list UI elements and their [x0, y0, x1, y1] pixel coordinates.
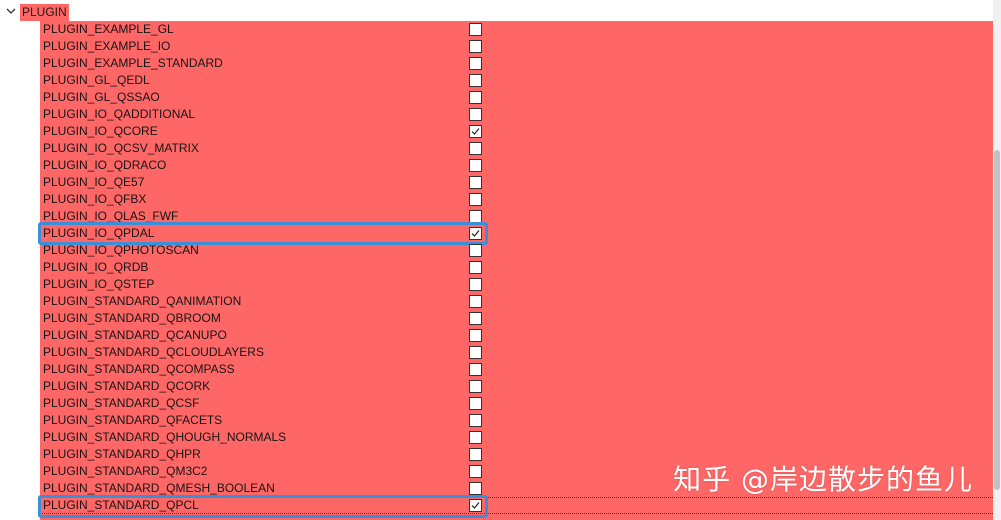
plugin-option-label: PLUGIN_IO_QFBX	[43, 192, 147, 206]
plugin-group-label: PLUGIN	[20, 4, 69, 21]
plugin-option-label: PLUGIN_IO_QSTEP	[43, 277, 155, 291]
plugin-checkbox[interactable]	[469, 312, 482, 325]
plugin-checkbox[interactable]	[469, 23, 482, 36]
table-row[interactable]: PLUGIN_IO_QADDITIONAL	[40, 106, 993, 123]
plugin-option-label: PLUGIN_IO_QADDITIONAL	[43, 107, 196, 121]
plugin-option-label: PLUGIN_STANDARD_QBROOM	[43, 311, 221, 325]
table-row[interactable]: PLUGIN_EXAMPLE_IO	[40, 38, 993, 55]
plugin-option-label: PLUGIN_IO_QCORE	[43, 124, 158, 138]
plugin-tree: PLUGIN PLUGIN_EXAMPLE_GL PLUGIN_EXAMPLE_I…	[0, 0, 993, 520]
scrollbar-thumb[interactable]	[994, 150, 1000, 490]
table-row[interactable]: PLUGIN_GL_QSSAO	[40, 89, 993, 106]
plugin-option-label: PLUGIN_STANDARD_QCSF	[43, 396, 200, 410]
plugin-option-label: PLUGIN_STANDARD_QCANUPO	[43, 328, 227, 342]
plugin-checkbox[interactable]	[469, 159, 482, 172]
plugin-checkbox[interactable]	[469, 397, 482, 410]
checkmark-icon	[471, 502, 480, 509]
table-row[interactable]: PLUGIN_IO_QLAS_FWF	[40, 208, 993, 225]
plugin-checkbox[interactable]	[469, 431, 482, 444]
table-row[interactable]: PLUGIN_IO_QPDAL	[38, 222, 993, 245]
plugin-group-row[interactable]: PLUGIN	[0, 4, 993, 21]
plugin-checkbox[interactable]	[469, 448, 482, 461]
table-row[interactable]: PLUGIN_IO_QDRACO	[40, 157, 993, 174]
plugin-checkbox[interactable]	[469, 261, 482, 274]
plugin-option-label: PLUGIN_IO_QRDB	[43, 260, 149, 274]
plugin-checkbox[interactable]	[469, 363, 482, 376]
plugin-checkbox[interactable]	[469, 193, 482, 206]
plugin-checkbox[interactable]	[469, 346, 482, 359]
plugin-checkbox[interactable]	[469, 465, 482, 478]
checkmark-icon	[471, 230, 480, 237]
plugin-option-label: PLUGIN_IO_QDRACO	[43, 158, 167, 172]
plugin-option-label: PLUGIN_STANDARD_QCORK	[43, 379, 211, 393]
table-row[interactable]: PLUGIN_STANDARD_QCLOUDLAYERS	[40, 344, 993, 361]
plugin-option-label: PLUGIN_STANDARD_QCOMPASS	[43, 362, 235, 376]
plugin-checkbox[interactable]	[469, 295, 482, 308]
plugin-checkbox[interactable]	[469, 40, 482, 53]
plugin-checkbox[interactable]	[469, 244, 482, 257]
plugin-option-label: PLUGIN_STANDARD_QM3C2	[43, 464, 208, 478]
plugin-option-label: PLUGIN_IO_QPHOTOSCAN	[43, 243, 199, 257]
plugin-option-label: PLUGIN_STANDARD_QHOUGH_NORMALS	[43, 430, 287, 444]
plugin-list: PLUGIN_EXAMPLE_GL PLUGIN_EXAMPLE_IO PLUGIN…	[38, 21, 993, 518]
table-row[interactable]: PLUGIN_STANDARD_QCOMPASS	[40, 361, 993, 378]
table-row[interactable]: PLUGIN_EXAMPLE_STANDARD	[40, 55, 993, 72]
plugin-option-label: PLUGIN_IO_QCSV_MATRIX	[43, 141, 199, 155]
plugin-option-label: PLUGIN_STANDARD_QANIMATION	[43, 294, 242, 308]
plugin-option-label: PLUGIN_STANDARD_QFACETS	[43, 413, 223, 427]
plugin-checkbox[interactable]	[469, 380, 482, 393]
chevron-down-icon[interactable]	[5, 5, 17, 17]
plugin-option-label: PLUGIN_STANDARD_QHPR	[43, 447, 201, 461]
plugin-checkbox[interactable]	[469, 227, 482, 240]
table-row[interactable]: PLUGIN_IO_QCORE	[40, 123, 993, 140]
plugin-checkbox[interactable]	[469, 142, 482, 155]
table-row[interactable]: PLUGIN_STANDARD_QFACETS	[40, 412, 993, 429]
table-row[interactable]: PLUGIN_IO_QCSV_MATRIX	[40, 140, 993, 157]
table-row[interactable]: PLUGIN_STANDARD_QPCL	[38, 495, 993, 518]
table-row[interactable]: PLUGIN_IO_QPHOTOSCAN	[40, 242, 993, 259]
watermark: 知乎 @岸边散步的鱼儿	[673, 463, 973, 496]
table-row[interactable]: PLUGIN_STANDARD_QHOUGH_NORMALS	[40, 429, 993, 446]
plugin-checkbox[interactable]	[469, 329, 482, 342]
plugin-option-label: PLUGIN_IO_QE57	[43, 175, 145, 189]
plugin-option-label: PLUGIN_STANDARD_QMESH_BOOLEAN	[43, 481, 275, 495]
plugin-option-label: PLUGIN_GL_QEDL	[43, 73, 150, 87]
table-row[interactable]: PLUGIN_STANDARD_QANIMATION	[40, 293, 993, 310]
plugin-checkbox[interactable]	[469, 482, 482, 495]
checkmark-icon	[471, 128, 480, 135]
plugin-option-label: PLUGIN_IO_QLAS_FWF	[43, 209, 179, 223]
table-row[interactable]: PLUGIN_IO_QRDB	[40, 259, 993, 276]
vertical-scrollbar[interactable]	[993, 0, 1001, 520]
plugin-option-label: PLUGIN_IO_QPDAL	[43, 226, 155, 240]
table-row[interactable]: PLUGIN_IO_QFBX	[40, 191, 993, 208]
table-row[interactable]: PLUGIN_STANDARD_QCORK	[40, 378, 993, 395]
plugin-checkbox[interactable]	[469, 108, 482, 121]
plugin-option-label: PLUGIN_STANDARD_QPCL	[43, 498, 199, 512]
table-row[interactable]: PLUGIN_STANDARD_QBROOM	[40, 310, 993, 327]
table-row[interactable]: PLUGIN_IO_QSTEP	[40, 276, 993, 293]
plugin-checkbox[interactable]	[469, 499, 482, 512]
plugin-checkbox[interactable]	[469, 210, 482, 223]
plugin-checkbox[interactable]	[469, 278, 482, 291]
plugin-checkbox[interactable]	[469, 74, 482, 87]
plugin-option-label: PLUGIN_GL_QSSAO	[43, 90, 160, 104]
plugin-checkbox[interactable]	[469, 414, 482, 427]
plugin-checkbox[interactable]	[469, 57, 482, 70]
table-row[interactable]: PLUGIN_GL_QEDL	[40, 72, 993, 89]
plugin-checkbox[interactable]	[469, 125, 482, 138]
table-row[interactable]: PLUGIN_STANDARD_QCSF	[40, 395, 993, 412]
plugin-checkbox[interactable]	[469, 91, 482, 104]
plugin-option-label: PLUGIN_EXAMPLE_GL	[43, 22, 174, 36]
table-row[interactable]: PLUGIN_IO_QE57	[40, 174, 993, 191]
plugin-option-label: PLUGIN_EXAMPLE_IO	[43, 39, 171, 53]
plugin-option-label: PLUGIN_STANDARD_QCLOUDLAYERS	[43, 345, 264, 359]
plugin-checkbox[interactable]	[469, 176, 482, 189]
table-row[interactable]: PLUGIN_STANDARD_QCANUPO	[40, 327, 993, 344]
plugin-option-label: PLUGIN_EXAMPLE_STANDARD	[43, 56, 223, 70]
table-row[interactable]: PLUGIN_EXAMPLE_GL	[40, 21, 993, 38]
